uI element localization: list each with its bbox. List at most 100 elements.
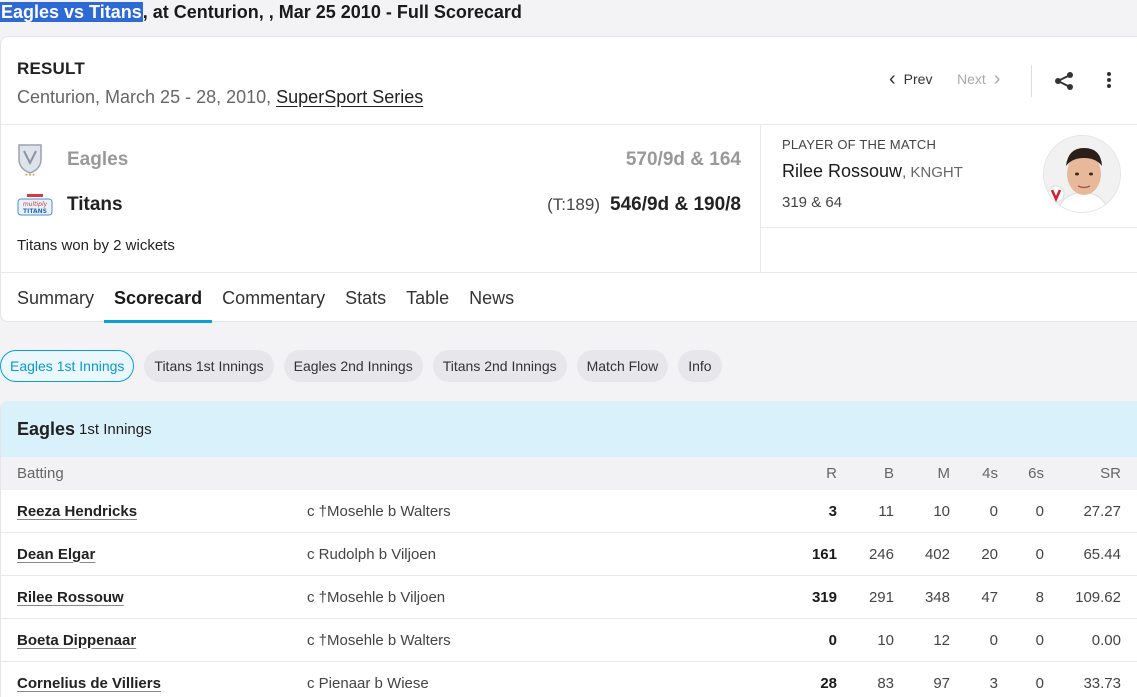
result-block: RESULT Centurion, March 25 - 28, 2010, S… bbox=[17, 59, 423, 108]
dismissal-text: c Pienaar b Wiese bbox=[307, 674, 429, 692]
svg-text:TITANS: TITANS bbox=[23, 208, 47, 215]
svg-text:multiply: multiply bbox=[23, 201, 48, 208]
pill-match-flow[interactable]: Match Flow bbox=[576, 350, 669, 382]
table-row: Boeta Dippenaar c †Mosehle b Walters 0 1… bbox=[1, 619, 1137, 662]
col-balls: B bbox=[883, 465, 894, 482]
tab-table[interactable]: Table bbox=[396, 273, 459, 323]
sixes-value: 0 bbox=[1035, 502, 1044, 520]
col-runs: R bbox=[826, 465, 837, 482]
batter-name-link[interactable]: Rilee Rossouw bbox=[17, 576, 124, 618]
innings-team: Eagles bbox=[17, 418, 76, 439]
tab-summary[interactable]: Summary bbox=[1, 273, 104, 323]
col-batting: Batting bbox=[17, 465, 64, 482]
batters-list: Reeza Hendricks c †Mosehle b Walters 3 1… bbox=[1, 490, 1137, 697]
titans-logo-icon: multiply TITANS bbox=[17, 190, 55, 220]
potm-label: Player Of The Match bbox=[782, 137, 937, 152]
batter-name-link[interactable]: Reeza Hendricks bbox=[17, 490, 137, 532]
batting-scorecard: Eagles 1st Innings Batting R B M 4s 6s S… bbox=[0, 401, 1137, 697]
more-options-icon[interactable] bbox=[1101, 70, 1117, 90]
potm-player-name: Rilee Rossouw bbox=[782, 161, 903, 181]
dismissal-text: c †Mosehle b Viljoen bbox=[307, 588, 446, 606]
balls-value: 83 bbox=[877, 674, 894, 692]
pill-titans-2nd-innings[interactable]: Titans 2nd Innings bbox=[432, 350, 567, 382]
balls-value: 11 bbox=[878, 502, 894, 520]
pill-titans-1st-innings[interactable]: Titans 1st Innings bbox=[144, 350, 274, 382]
result-label: RESULT bbox=[17, 59, 85, 78]
tab-news[interactable]: News bbox=[459, 273, 524, 323]
col-sixes: 6s bbox=[1028, 465, 1044, 482]
team-row-eagles[interactable]: ★★★ Eagles 570/9d & 164 bbox=[17, 144, 741, 177]
pill-eagles-1st-innings[interactable]: Eagles 1st Innings bbox=[0, 350, 135, 382]
match-tabs: Summary Scorecard Commentary Stats Table… bbox=[1, 273, 524, 323]
nav-divider bbox=[1031, 65, 1032, 97]
team-score: 546/9d & 190/8 bbox=[610, 194, 741, 215]
runs-value: 3 bbox=[828, 502, 837, 520]
dismissal-text: c Rudolph b Viljoen bbox=[307, 545, 436, 563]
sixes-value: 0 bbox=[1035, 545, 1044, 563]
match-result-text: Titans won by 2 wickets bbox=[17, 237, 175, 254]
batting-header-row: Batting R B M 4s 6s SR bbox=[1, 457, 1137, 490]
batter-name-link[interactable]: Boeta Dippenaar bbox=[17, 619, 136, 661]
team-score: 570/9d & 164 bbox=[625, 149, 741, 170]
match-info: Centurion, March 25 - 28, 2010, SuperSpo… bbox=[17, 87, 423, 108]
innings-pills: Eagles 1st Innings Titans 1st Innings Ea… bbox=[0, 350, 722, 382]
venue-dates: Centurion, March 25 - 28, 2010, bbox=[17, 87, 277, 107]
eagles-logo-icon: ★★★ bbox=[17, 144, 55, 177]
table-row: Cornelius de Villiers c Pienaar b Wiese … bbox=[1, 662, 1137, 697]
page-heading: Eagles vs Titans, at Centurion, , Mar 25… bbox=[0, 0, 1137, 28]
balls-value: 246 bbox=[868, 545, 894, 563]
col-strike-rate: SR bbox=[1100, 465, 1121, 482]
runs-value: 28 bbox=[820, 674, 837, 692]
team-target: (T:189) bbox=[547, 195, 601, 214]
potm-player-team: , KNGHT bbox=[902, 164, 963, 181]
page-heading-selected: Eagles vs Titans bbox=[0, 2, 143, 22]
potm-stats: 319 & 64 bbox=[782, 194, 843, 211]
prev-label: Prev bbox=[903, 71, 933, 87]
batter-name-link[interactable]: Dean Elgar bbox=[17, 533, 95, 575]
strike-rate-value: 33.73 bbox=[1083, 674, 1121, 692]
team-name: Eagles bbox=[67, 149, 129, 170]
team-name: Titans bbox=[67, 194, 123, 215]
page-heading-rest: , at Centurion, , Mar 25 2010 - Full Sco… bbox=[142, 2, 522, 22]
tab-commentary[interactable]: Commentary bbox=[212, 273, 335, 323]
share-icon[interactable] bbox=[1053, 71, 1075, 91]
prev-button[interactable]: ‹ Prev bbox=[889, 69, 932, 89]
match-header-card: RESULT Centurion, March 25 - 28, 2010, S… bbox=[0, 36, 1137, 323]
next-button[interactable]: Next › bbox=[957, 69, 1000, 89]
strike-rate-value: 0.00 bbox=[1091, 631, 1121, 649]
innings-header[interactable]: Eagles 1st Innings bbox=[1, 401, 1137, 457]
runs-value: 319 bbox=[811, 588, 837, 606]
chevron-left-icon: ‹ bbox=[889, 68, 896, 90]
table-row: Dean Elgar c Rudolph b Viljoen 161 246 4… bbox=[1, 533, 1137, 576]
runs-value: 0 bbox=[828, 631, 837, 649]
pill-info[interactable]: Info bbox=[678, 350, 722, 382]
strike-rate-value: 109.62 bbox=[1075, 588, 1121, 606]
svg-text:★★★: ★★★ bbox=[25, 172, 36, 177]
sixes-value: 8 bbox=[1035, 588, 1044, 606]
tab-scorecard[interactable]: Scorecard bbox=[104, 273, 213, 323]
balls-value: 291 bbox=[868, 588, 894, 606]
table-row: Reeza Hendricks c †Mosehle b Walters 3 1… bbox=[1, 490, 1137, 533]
batter-name-link[interactable]: Cornelius de Villiers bbox=[17, 662, 161, 697]
potm-player[interactable]: Rilee Rossouw, KNGHT bbox=[782, 161, 963, 182]
sixes-value: 0 bbox=[1035, 674, 1044, 692]
chevron-right-icon: › bbox=[993, 68, 1001, 90]
table-row: Rilee Rossouw c †Mosehle b Viljoen 319 2… bbox=[1, 576, 1137, 619]
divider bbox=[1, 124, 1137, 125]
pill-eagles-2nd-innings[interactable]: Eagles 2nd Innings bbox=[283, 350, 423, 382]
avatar[interactable] bbox=[1043, 135, 1121, 213]
divider bbox=[760, 124, 761, 272]
runs-value: 161 bbox=[811, 545, 837, 563]
strike-rate-value: 27.27 bbox=[1083, 502, 1121, 520]
dismissal-text: c †Mosehle b Walters bbox=[307, 502, 451, 520]
series-link[interactable]: SuperSport Series bbox=[276, 87, 423, 107]
next-label: Next bbox=[957, 71, 986, 87]
tab-stats[interactable]: Stats bbox=[335, 273, 396, 323]
divider bbox=[760, 227, 1137, 228]
team-row-titans[interactable]: multiply TITANS Titans (T:189) 546/9d & 19… bbox=[17, 190, 741, 220]
sixes-value: 0 bbox=[1035, 631, 1044, 649]
innings-label: 1st Innings bbox=[79, 420, 152, 438]
strike-rate-value: 65.44 bbox=[1083, 545, 1121, 563]
dismissal-text: c †Mosehle b Walters bbox=[307, 631, 451, 649]
balls-value: 10 bbox=[877, 631, 894, 649]
